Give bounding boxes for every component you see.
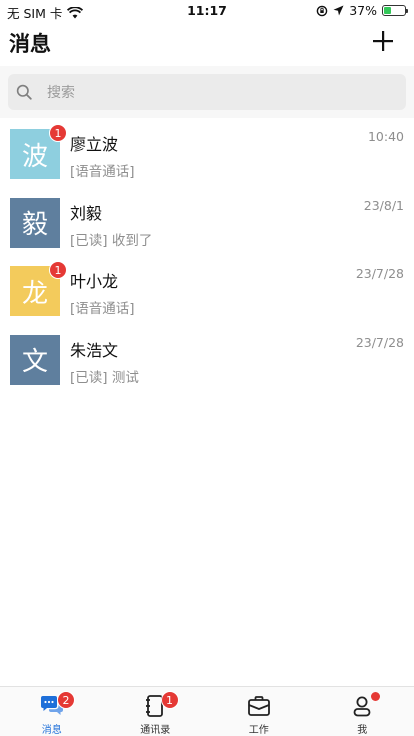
tab-bar: 消息 2 通讯录 1 工作 我	[0, 686, 414, 736]
chat-time: 10:40	[367, 129, 404, 144]
orientation-lock-icon	[316, 5, 328, 16]
chat-preview: [语音通话]	[70, 164, 135, 180]
chat-preview: [语音通话]	[70, 301, 135, 317]
page-title: 消息	[9, 32, 51, 56]
battery-icon	[382, 5, 408, 16]
chat-preview: [已读] 收到了	[70, 232, 153, 249]
search-area: 搜索	[0, 66, 414, 118]
chat-item[interactable]: 文 朱浩文 23/7/28 [已读] 测试	[0, 328, 414, 397]
tab-label: 消息	[41, 725, 62, 736]
tab-label: 通讯录	[140, 725, 171, 736]
tab-contacts[interactable]: 通讯录 1	[104, 687, 208, 736]
tab-badge: 2	[57, 691, 75, 709]
battery-percent: 37%	[349, 3, 377, 18]
chat-name: 廖立波	[70, 135, 119, 154]
unread-badge: 1	[49, 124, 67, 142]
chat-name: 朱浩文	[70, 340, 119, 360]
tab-me[interactable]: 我	[311, 687, 414, 736]
tab-label: 工作	[248, 725, 269, 736]
chat-item[interactable]: 毅 刘毅 23/8/1 [已读] 收到了	[0, 191, 414, 260]
header: 消息	[0, 28, 414, 60]
search-input[interactable]: 搜索	[8, 74, 406, 110]
chat-list: 波 1 廖立波 10:40 [语音通话] 毅 刘毅 23/8/1 [已读] 收到…	[0, 122, 414, 396]
chat-name: 叶小龙	[70, 272, 119, 291]
chat-time: 23/7/28	[355, 266, 404, 281]
chat-time: 23/8/1	[363, 197, 404, 213]
add-button[interactable]	[372, 30, 394, 52]
battery-level-fill	[384, 7, 392, 14]
location-arrow-icon	[333, 5, 344, 16]
notification-dot	[370, 692, 380, 701]
plus-icon	[373, 31, 393, 51]
briefcase-icon	[247, 695, 271, 717]
avatar: 毅	[10, 197, 60, 248]
tab-work[interactable]: 工作	[207, 687, 311, 736]
unread-badge: 1	[49, 261, 67, 279]
status-bar: 无 SIM 卡 11:17 37%	[0, 0, 414, 22]
avatar: 文	[10, 334, 60, 385]
tab-label: 我	[357, 725, 368, 736]
chat-time: 23/7/28	[355, 334, 404, 350]
chat-item[interactable]: 龙 1 叶小龙 23/7/28 [语音通话]	[0, 259, 414, 328]
search-icon	[16, 84, 32, 100]
tab-badge: 1	[160, 691, 179, 709]
chat-name: 刘毅	[70, 203, 103, 223]
chat-item[interactable]: 波 1 廖立波 10:40 [语音通话]	[0, 122, 414, 191]
tab-messages[interactable]: 消息 2	[0, 687, 104, 736]
chat-preview: [已读] 测试	[70, 369, 139, 386]
status-right: 37%	[316, 3, 408, 18]
search-placeholder: 搜索	[47, 85, 75, 101]
